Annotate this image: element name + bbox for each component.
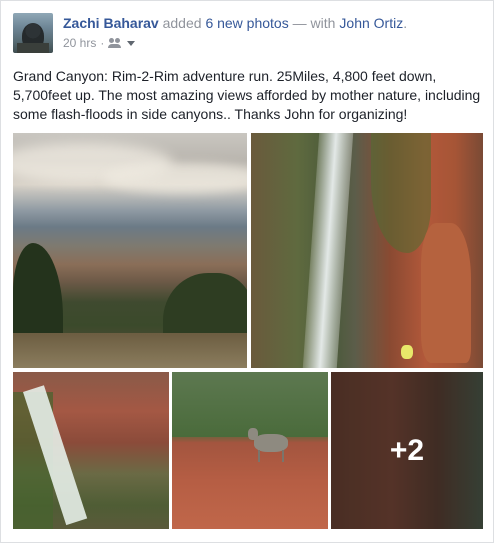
timestamp-link[interactable]: 20 hrs: [63, 35, 96, 51]
friends-icon[interactable]: [108, 38, 122, 48]
post-text: Grand Canyon: Rim-2-Rim adventure run. 2…: [13, 68, 481, 122]
tagged-user-link[interactable]: John Ortiz: [339, 15, 403, 31]
photo-3[interactable]: [13, 372, 169, 529]
post-title-line: Zachi Baharav added 6 new photos — with J…: [63, 14, 407, 32]
photo-4[interactable]: [172, 372, 328, 529]
avatar[interactable]: [13, 13, 53, 53]
photo-1[interactable]: [13, 133, 247, 368]
photo-2[interactable]: [251, 133, 483, 368]
more-photos-count[interactable]: +2: [331, 372, 483, 529]
chevron-down-icon[interactable]: [127, 40, 136, 46]
meta-dot: ·: [100, 36, 105, 50]
title-period: .: [403, 15, 408, 31]
with-text: — with: [292, 15, 336, 31]
photos-link[interactable]: 6 new photos: [205, 15, 288, 31]
action-text: added: [162, 15, 202, 31]
post-meta: 20 hrs ·: [63, 35, 136, 51]
feed-post: Zachi Baharav added 6 new photos — with J…: [0, 0, 494, 543]
author-link[interactable]: Zachi Baharav: [63, 15, 159, 31]
post-header: Zachi Baharav added 6 new photos — with J…: [13, 13, 483, 57]
